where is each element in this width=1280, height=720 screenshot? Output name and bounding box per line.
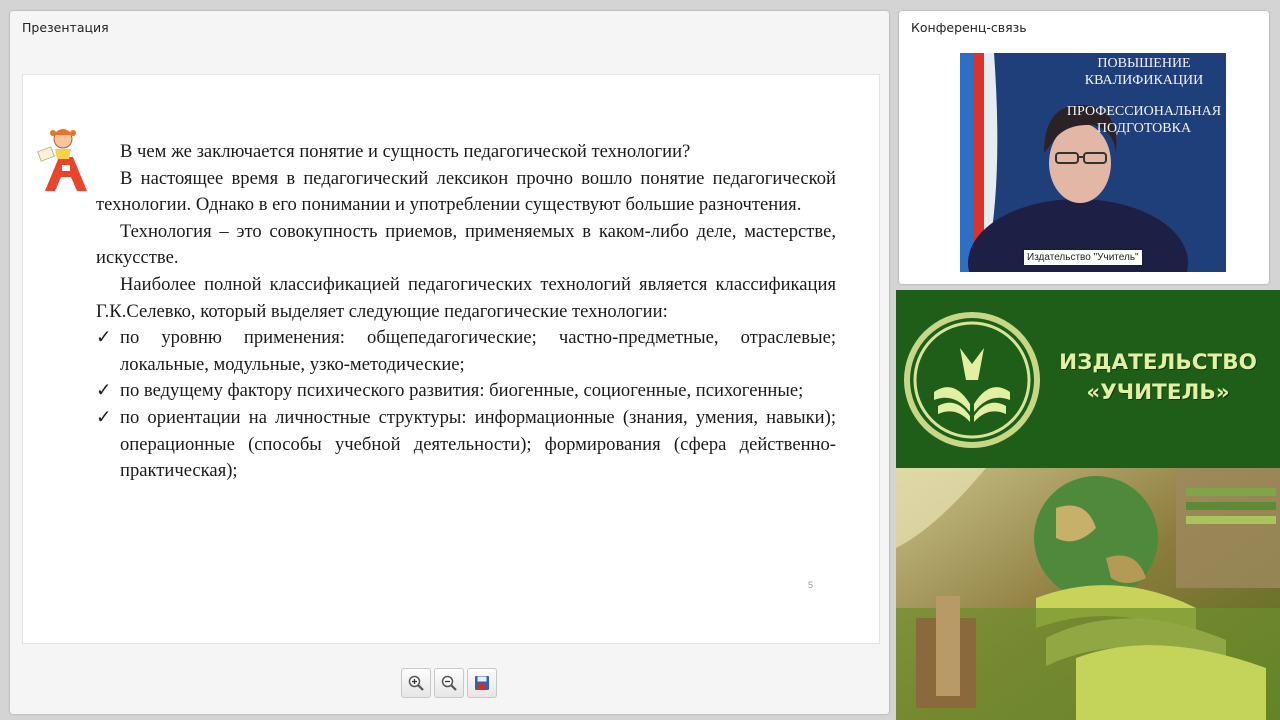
save-button[interactable]	[467, 668, 497, 698]
slide-question: В чем же заключается понятие и сущность …	[120, 141, 691, 162]
presentation-toolbar	[401, 668, 497, 698]
zoom-in-icon	[408, 675, 424, 691]
slide-text: В чем же заключается понятие и сущность …	[96, 139, 836, 485]
slide-bullet: ✓ по ведущему фактору психического разви…	[96, 378, 836, 405]
save-icon	[475, 676, 489, 690]
slide: В чем же заключается понятие и сущность …	[22, 74, 880, 644]
slide-page-number: 5	[807, 580, 813, 590]
publisher-name-line: ИЗДАТЕЛЬСТВО	[1059, 350, 1257, 375]
zoom-in-button[interactable]	[401, 668, 431, 698]
background-banner: ПОВЫШЕНИЕ КВАЛИФИКАЦИИ ПРОФЕССИОНАЛЬНАЯ …	[1062, 55, 1226, 137]
publisher-banner: ИЗДАТЕЛЬСТВО «УЧИТЕЛЬ»	[896, 290, 1280, 468]
slide-paragraph: Наиболее полной классификацией педагогич…	[96, 273, 836, 322]
slide-bullet: ✓ по ориентации на личностные структуры:…	[96, 405, 836, 485]
slide-bullet-text: по уровню применения: общепедагогические…	[120, 327, 836, 375]
books-image	[896, 468, 1280, 720]
presentation-panel-title: Презентация	[22, 20, 109, 35]
background-banner-line: ПОДГОТОВКА	[1096, 121, 1192, 136]
zoom-out-button[interactable]	[434, 668, 464, 698]
checkmark-icon: ✓	[96, 380, 112, 402]
publisher-name-line: «УЧИТЕЛЬ»	[1086, 380, 1230, 405]
publisher-logo-icon	[904, 312, 1040, 448]
slide-bullet-text: по ориентации на личностные структуры: и…	[120, 406, 836, 482]
zoom-out-icon	[441, 675, 457, 691]
conference-panel-title: Конференц-связь	[911, 20, 1027, 35]
publisher-name: ИЗДАТЕЛЬСТВО «УЧИТЕЛЬ»	[1048, 348, 1268, 408]
background-banner-line: ПРОФЕССИОНАЛЬНАЯ	[1066, 104, 1222, 119]
slide-paragraph: Технология – это совокупность приемов, п…	[96, 220, 836, 269]
mascot-icon	[37, 129, 87, 191]
slide-bullet: ✓ по уровню применения: общепедагогическ…	[96, 325, 836, 378]
background-banner-line: КВАЛИФИКАЦИИ	[1084, 73, 1204, 88]
background-banner-line: ПОВЫШЕНИЕ	[1097, 56, 1191, 71]
books-globe-illustration	[896, 468, 1280, 720]
presenter-name-label: Издательство "Учитель"	[1024, 250, 1142, 265]
presenter-video[interactable]: ПОВЫШЕНИЕ КВАЛИФИКАЦИИ ПРОФЕССИОНАЛЬНАЯ …	[944, 53, 1226, 272]
checkmark-icon: ✓	[96, 327, 112, 349]
slide-bullet-text: по ведущему фактору психического развити…	[120, 380, 804, 402]
slide-paragraph: В настоящее время в педагогический лекси…	[96, 167, 836, 216]
checkmark-icon: ✓	[96, 406, 112, 428]
presentation-panel: Презентация В чем же заключается понятие…	[10, 11, 889, 714]
conference-panel: Конференц-связь ПОВЫШЕНИЕ КВАЛИФИКАЦИИ П…	[899, 11, 1269, 284]
